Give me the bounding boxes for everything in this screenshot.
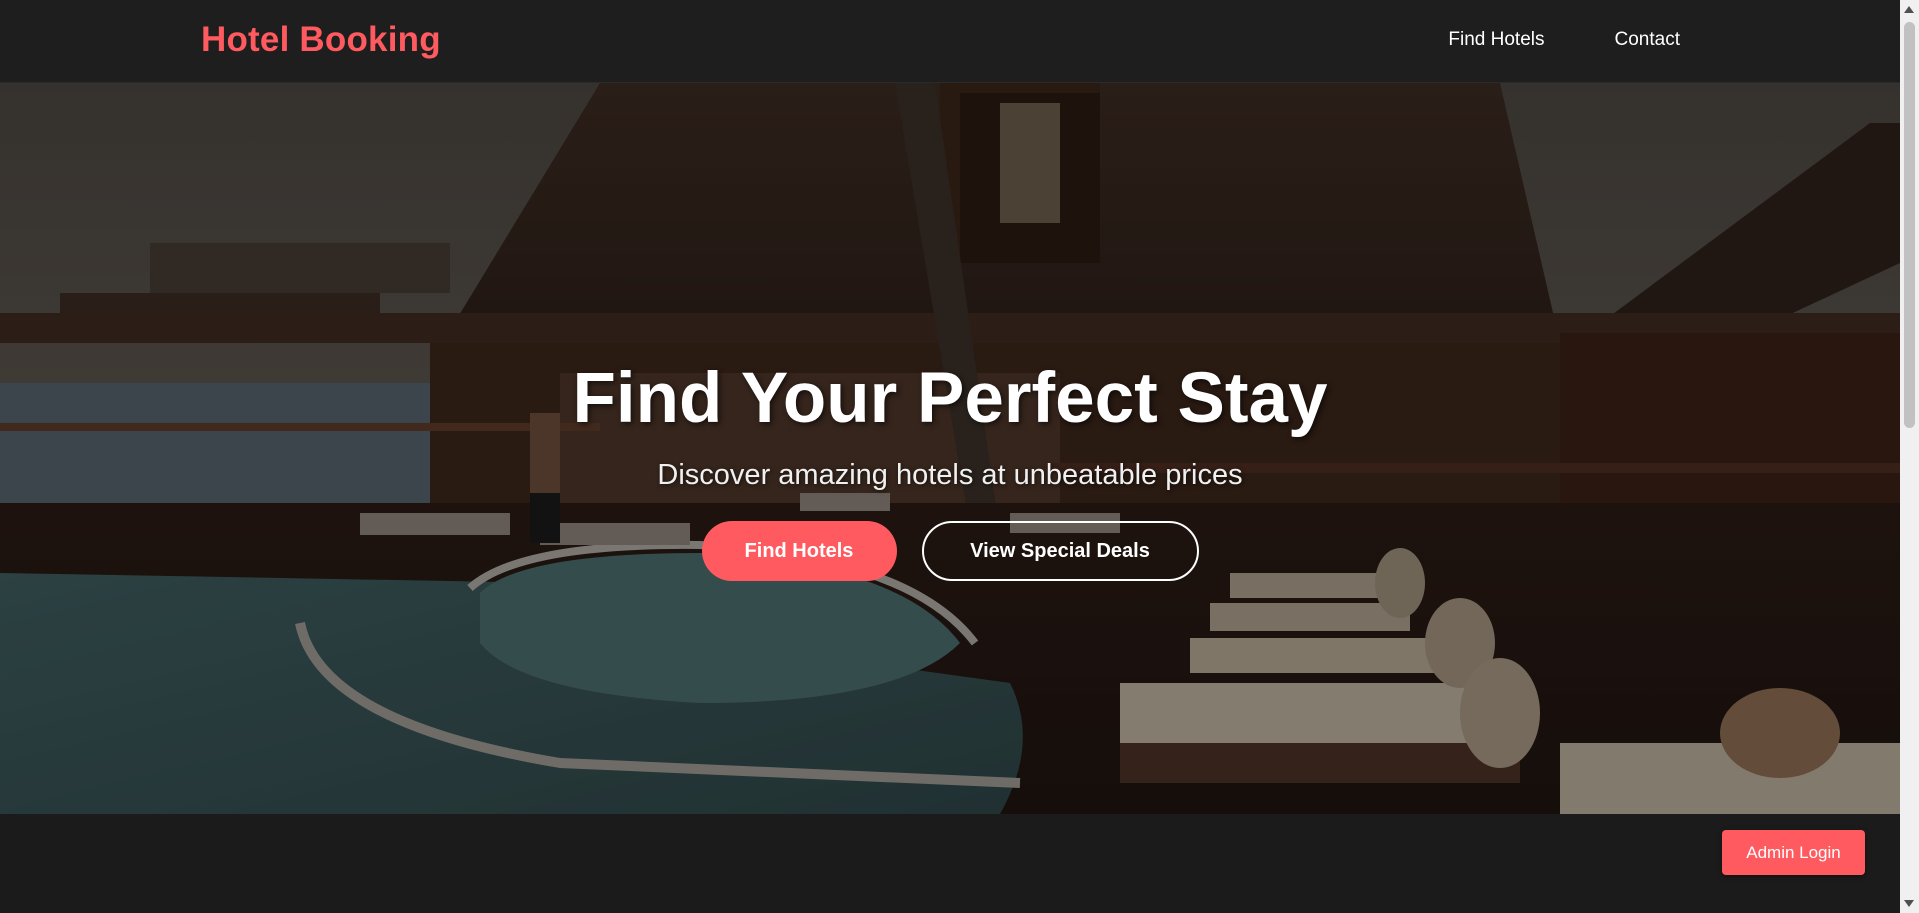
scroll-down-arrow-icon[interactable] bbox=[1904, 900, 1914, 907]
scrollbar-thumb[interactable] bbox=[1904, 22, 1915, 428]
find-hotels-button[interactable]: Find Hotels bbox=[701, 521, 897, 582]
page-scrollbar[interactable] bbox=[1900, 0, 1919, 913]
hero-subtitle: Discover amazing hotels at unbeatable pr… bbox=[657, 459, 1243, 492]
hero-buttons: Find Hotels View Special Deals bbox=[0, 521, 1900, 582]
nav-link-find-hotels[interactable]: Find Hotels bbox=[1448, 29, 1544, 51]
hero-section: Find Your Perfect Stay Discover amazing … bbox=[0, 83, 1900, 814]
nav-links: Find Hotels Contact bbox=[1448, 29, 1680, 51]
footer-strip: Admin Login bbox=[0, 814, 1900, 913]
page: Hotel Booking Find Hotels Contact Find Y… bbox=[0, 0, 1919, 913]
admin-login-button[interactable]: Admin Login bbox=[1722, 830, 1865, 875]
hero-content: Find Your Perfect Stay Discover amazing … bbox=[0, 356, 1900, 582]
brand-logo[interactable]: Hotel Booking bbox=[201, 20, 441, 60]
navbar: Hotel Booking Find Hotels Contact bbox=[0, 0, 1900, 83]
hero-title: Find Your Perfect Stay bbox=[572, 359, 1328, 438]
scroll-up-arrow-icon[interactable] bbox=[1904, 6, 1914, 13]
nav-link-contact[interactable]: Contact bbox=[1615, 29, 1680, 51]
view-special-deals-button[interactable]: View Special Deals bbox=[921, 521, 1199, 582]
